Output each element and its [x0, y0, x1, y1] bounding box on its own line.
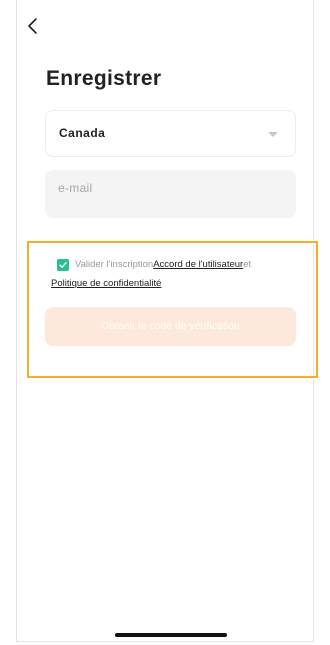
terms-text-line2: Politique de confidentialité — [51, 278, 161, 290]
user-agreement-link[interactable]: Accord de l'utilisateur — [153, 259, 243, 270]
chevron-left-icon[interactable] — [26, 16, 40, 36]
terms-text: Valider l'inscriptionAccord de l'utilisa… — [75, 259, 251, 271]
email-field[interactable]: e-mail — [45, 170, 296, 218]
country-selected-value: Canada — [59, 126, 106, 140]
page-title: Enregistrer — [46, 67, 162, 90]
get-verification-code-button[interactable]: Obtenir le code de vérification — [45, 307, 296, 346]
country-select[interactable]: Canada — [45, 110, 296, 157]
home-indicator — [115, 633, 227, 637]
terms-prefix: Valider l'inscription — [75, 259, 154, 270]
checkmark-icon — [59, 262, 67, 268]
terms-connector: et — [243, 259, 252, 270]
email-placeholder: e-mail — [58, 181, 93, 195]
caret-down-icon — [268, 132, 278, 137]
terms-checkbox[interactable] — [57, 259, 69, 271]
privacy-policy-link[interactable]: Politique de confidentialité — [51, 278, 161, 289]
